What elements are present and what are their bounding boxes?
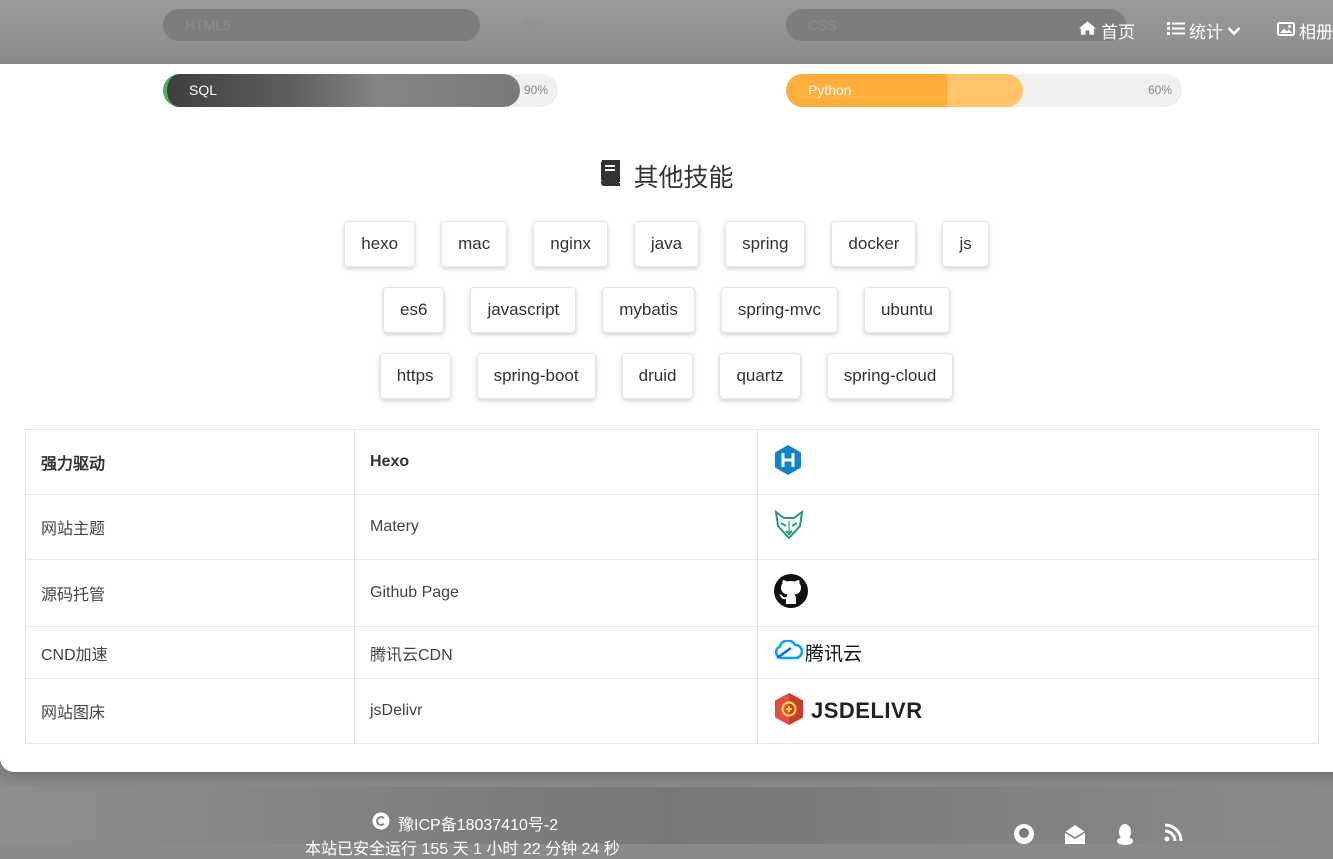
skill-tag[interactable]: ubuntu	[863, 287, 950, 333]
powered-by-table: 强力驱动 Hexo 网站主题 Matery 源码托管 Github Page C…	[25, 429, 1319, 744]
table-cell-logo: 腾讯云	[757, 626, 1319, 679]
main-nav: 首页 统计 相册	[1078, 18, 1333, 43]
table-cell-logo	[757, 494, 1319, 560]
qq-icon[interactable]	[1115, 823, 1135, 850]
nav-stats-dropdown[interactable]: 统计	[1167, 18, 1245, 43]
skill-tag[interactable]: druid	[621, 353, 694, 399]
nav-home-label: 首页	[1101, 23, 1135, 42]
skill-tag[interactable]: javascript	[470, 287, 577, 333]
table-cell-value: 腾讯云CDN	[354, 626, 758, 679]
table-row: 网站图床 jsDelivr JSDELIVR	[25, 678, 1319, 744]
tencent-cloud-icon	[773, 639, 804, 665]
github-icon[interactable]	[773, 573, 809, 613]
jsdelivr-logo[interactable]: JSDELIVR	[773, 692, 923, 731]
table-cell-value: Matery	[354, 494, 758, 560]
jsdelivr-icon	[773, 692, 805, 731]
table-cell-label: 网站图床	[25, 678, 355, 744]
icp-record[interactable]: 豫ICP备18037410号-2	[372, 811, 558, 835]
skill-bar-sql: SQL 90%	[163, 74, 558, 107]
table-row: 网站主题 Matery	[25, 494, 1319, 560]
tencent-cloud-logo[interactable]: 腾讯云	[773, 639, 862, 666]
skill-tag[interactable]: js	[942, 221, 989, 267]
table-cell-value: jsDelivr	[354, 678, 758, 744]
skill-tag-row: hexo mac nginx java spring docker js	[0, 221, 1333, 267]
top-navbar: 首页 统计 相册	[0, 0, 1333, 60]
site-uptime: 本站已安全运行 155 天 1 小时 22 分钟 24 秒	[305, 841, 620, 858]
jsdelivr-text: JSDELIVR	[811, 698, 923, 723]
skill-pct-python: 60%	[1147, 83, 1172, 97]
skill-fill-sql: SQL	[163, 74, 520, 107]
skill-tag[interactable]: spring	[725, 221, 806, 267]
social-links	[985, 823, 1183, 850]
email-icon[interactable]	[1063, 823, 1087, 850]
chevron-down-icon	[1227, 21, 1245, 41]
section-title-other-skills: 其他技能	[0, 158, 1333, 194]
skill-fill-python: Python	[786, 74, 1023, 107]
skill-tag[interactable]: es6	[383, 287, 445, 333]
skill-tag[interactable]: mybatis	[602, 287, 695, 333]
table-cell-label: 强力驱动	[25, 429, 355, 495]
skill-tag[interactable]: nginx	[533, 221, 608, 267]
skill-tag[interactable]: hexo	[344, 221, 416, 267]
copyright-icon	[372, 812, 398, 835]
github-icon[interactable]	[1013, 823, 1035, 850]
rss-icon[interactable]	[1163, 823, 1183, 850]
hexo-icon[interactable]	[773, 444, 803, 480]
table-row: CND加速 腾讯云CDN 腾讯云	[25, 626, 1319, 679]
skill-tag[interactable]: https	[379, 353, 451, 399]
tencent-cloud-text: 腾讯云	[805, 644, 863, 665]
fox-icon[interactable]	[773, 509, 805, 545]
skill-tag[interactable]: docker	[831, 221, 917, 267]
skill-tag[interactable]: quartz	[719, 353, 801, 399]
table-row: 强力驱动 Hexo	[25, 429, 1319, 495]
table-cell-label: 网站主题	[25, 494, 355, 560]
image-icon	[1277, 21, 1299, 41]
table-cell-value: Github Page	[354, 559, 758, 627]
skill-tag[interactable]: spring-boot	[476, 353, 596, 399]
list-icon	[1167, 21, 1189, 41]
nav-stats-label: 统计	[1189, 23, 1223, 42]
nav-album-label: 相册	[1299, 23, 1333, 42]
content-card: SQL 90% Python 60% 其他技能 hexo mac nginx j…	[0, 64, 1333, 772]
skill-pct-sql: 90%	[523, 83, 548, 97]
skill-bar-python: Python 60%	[786, 74, 1182, 107]
skill-tag[interactable]: spring-mvc	[720, 287, 838, 333]
table-cell-logo	[757, 429, 1319, 495]
page-footer: 豫ICP备18037410号-2 本站已安全运行 155 天 1 小时 22 分…	[0, 787, 1333, 858]
table-cell-logo: JSDELIVR	[757, 678, 1319, 744]
table-cell-value: Hexo	[354, 429, 758, 495]
nav-home[interactable]: 首页	[1078, 18, 1135, 43]
home-icon	[1078, 20, 1101, 41]
skill-tag[interactable]: mac	[441, 221, 508, 267]
icp-text: 豫ICP备18037410号-2	[398, 817, 559, 834]
table-cell-logo	[757, 559, 1319, 627]
skill-tag-row: es6 javascript mybatis spring-mvc ubuntu	[0, 287, 1333, 333]
table-row: 源码托管 Github Page	[25, 559, 1319, 627]
table-cell-label: CND加速	[25, 626, 355, 679]
skill-tag[interactable]: spring-cloud	[826, 353, 954, 399]
section-title-text: 其他技能	[633, 164, 734, 192]
book-icon	[599, 159, 633, 193]
table-cell-label: 源码托管	[25, 559, 355, 627]
nav-album[interactable]: 相册	[1277, 18, 1333, 43]
skill-tag-row: https spring-boot druid quartz spring-cl…	[0, 353, 1333, 399]
skill-tag[interactable]: java	[633, 221, 700, 267]
